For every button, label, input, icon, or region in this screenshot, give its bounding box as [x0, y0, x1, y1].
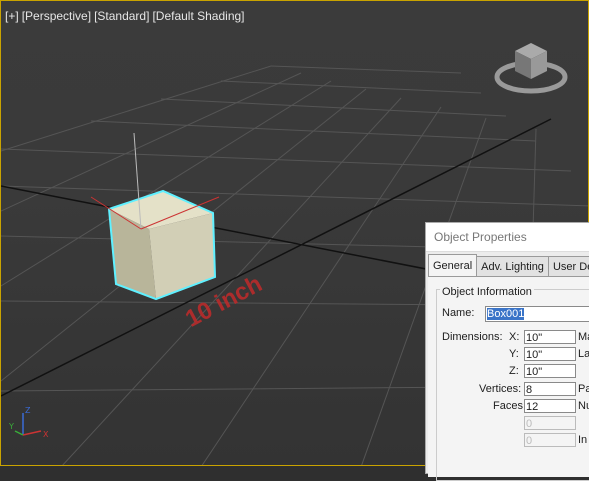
axis-x-label: X [43, 430, 49, 439]
name-field[interactable]: Box001 [485, 306, 589, 322]
general-panel: Object Information Name: Box001 Dimensio… [428, 276, 589, 481]
tab-adv-lighting[interactable]: Adv. Lighting [476, 256, 549, 277]
tab-general[interactable]: General [428, 254, 478, 277]
disabled-field-2: 0 [524, 433, 576, 447]
group-title: Object Information [440, 286, 534, 298]
axis-y-label: Y [8, 422, 14, 431]
vertices-side-label: Pa [578, 383, 589, 395]
viewport-view-menu[interactable]: [Perspective] [22, 9, 91, 23]
tab-user-defined[interactable]: User Der [547, 256, 589, 277]
viewcube-icon[interactable] [493, 37, 569, 97]
dialog-title[interactable]: Object Properties [426, 223, 589, 252]
axis-z-label: Z [25, 406, 31, 415]
faces-side-label: Nu [578, 400, 589, 412]
x-side-label: Ma [578, 331, 589, 343]
axis-triad-icon: Z Y X [8, 406, 49, 439]
disabled-field-1: 0 [524, 416, 576, 430]
extra-side-label: In [578, 434, 588, 446]
dimensions-label: Dimensions: [442, 331, 503, 343]
y-label: Y: [509, 348, 519, 360]
name-label: Name: [442, 307, 475, 319]
x-label: X: [509, 331, 520, 343]
box-object [107, 189, 217, 301]
faces-label: Faces: [493, 400, 527, 412]
viewport-plus-menu[interactable]: [+] [5, 9, 19, 23]
x-dimension-field: 10" [524, 330, 576, 344]
z-dimension-field: 10" [524, 364, 576, 378]
viewport-label-menu[interactable]: [+] [Perspective] [Standard] [Default Shadi… [5, 9, 248, 23]
z-label: Z: [509, 365, 519, 377]
name-value: Box001 [487, 308, 525, 320]
object-properties-dialog: Object Properties General Adv. Lighting Us… [425, 222, 589, 481]
viewport-shading-menu[interactable]: [Default Shading] [152, 9, 244, 23]
viewport-standard-menu[interactable]: [Standard] [94, 9, 149, 23]
y-dimension-field: 10" [524, 347, 576, 361]
vertices-label: Vertices: [479, 383, 522, 395]
faces-field: 12 [524, 399, 576, 413]
vertices-field: 8 [524, 382, 576, 396]
tab-strip: GeneralAdv. LightingUser Der [428, 254, 589, 277]
y-side-label: La [578, 348, 589, 360]
